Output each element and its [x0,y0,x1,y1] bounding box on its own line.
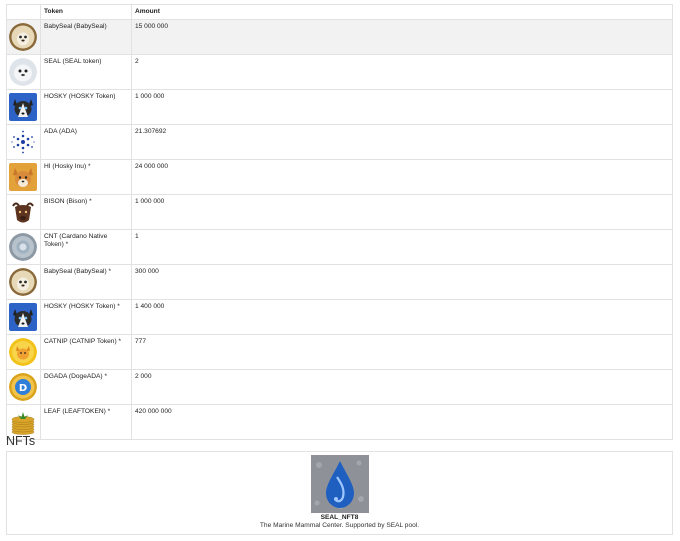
husky-logo-icon [9,93,37,122]
leaf-coins-logo-icon [9,408,37,437]
token-name: DGADA (DogeADA) * [40,369,132,406]
babyseal-logo-icon [9,268,37,297]
token-amount: 1 [131,229,673,266]
seal-logo-icon [9,58,37,87]
token-name: CATNIP (CATNIP Token) * [40,334,132,371]
tokens-table: Token Amount BabySeal (BabySeal) 15 000 … [6,3,673,441]
token-name: BabySeal (BabySeal) * [40,264,132,301]
token-amount: 300 000 [131,264,673,301]
bison-logo-icon [9,198,37,227]
token-amount: 24 000 000 [131,159,673,196]
table-row[interactable]: BISON (Bison) * 1 000 000 [6,194,673,231]
nft-description: The Marine Mammal Center. Supported by S… [259,522,420,529]
svg-text:D: D [19,383,27,394]
table-header-row: Token Amount [6,3,673,21]
nfts-heading: NFTs [6,434,36,448]
token-name: HOSKY (HOSKY Token) * [40,299,132,336]
cnt-logo-icon [9,233,37,262]
nft-name: SEAL_NFT8 [320,514,359,521]
token-amount: 15 000 000 [131,19,673,56]
token-amount: 1 000 000 [131,89,673,126]
husky-logo-icon [9,303,37,332]
table-row[interactable]: HOSKY (HOSKY Token) * 1 400 000 [6,299,673,336]
token-amount: 2 [131,54,673,91]
table-row[interactable]: CATNIP (CATNIP Token) * 777 [6,334,673,371]
nft-card[interactable]: SEAL_NFT8 The Marine Mammal Center. Supp… [6,451,673,535]
token-name: CNT (Cardano Native Token) * [40,229,132,266]
token-name: HOSKY (HOSKY Token) [40,89,132,126]
table-row[interactable]: CNT (Cardano Native Token) * 1 [6,229,673,266]
token-name: SEAL (SEAL token) [40,54,132,91]
token-amount: 1 400 000 [131,299,673,336]
babyseal-logo-icon [9,23,37,52]
hosky-inu-logo-icon [9,163,37,192]
token-name: ADA (ADA) [40,124,132,161]
seal-nft-drop-image[interactable] [311,455,369,513]
table-row[interactable]: BabySeal (BabySeal) 15 000 000 [6,19,673,56]
token-amount: 1 000 000 [131,194,673,231]
token-name: HI (Hosky Inu) * [40,159,132,196]
table-row[interactable]: SEAL (SEAL token) 2 [6,54,673,91]
page: Token Amount BabySeal (BabySeal) 15 000 … [0,0,680,541]
table-row[interactable]: LEAF (LEAFTOKEN) * 420 000 000 [6,404,673,441]
table-row[interactable]: BabySeal (BabySeal) * 300 000 [6,264,673,301]
amount-column-header: Amount [131,3,673,21]
table-row[interactable]: D DGADA (DogeADA) * 2 000 [6,369,673,406]
catnip-logo-icon [9,338,37,367]
token-name: BISON (Bison) * [40,194,132,231]
token-column-header: Token [40,3,132,21]
token-name: LEAF (LEAFTOKEN) * [40,404,132,441]
token-amount: 21.307692 [131,124,673,161]
cardano-logo-icon [9,128,37,157]
token-amount: 2 000 [131,369,673,406]
table-row[interactable]: HOSKY (HOSKY Token) 1 000 000 [6,89,673,126]
icon-column-header [6,3,41,21]
dogeada-logo-icon: D [9,373,37,402]
token-amount: 420 000 000 [131,404,673,441]
table-row[interactable]: ADA (ADA) 21.307692 [6,124,673,161]
token-name: BabySeal (BabySeal) [40,19,132,56]
table-row[interactable]: HI (Hosky Inu) * 24 000 000 [6,159,673,196]
token-amount: 777 [131,334,673,371]
